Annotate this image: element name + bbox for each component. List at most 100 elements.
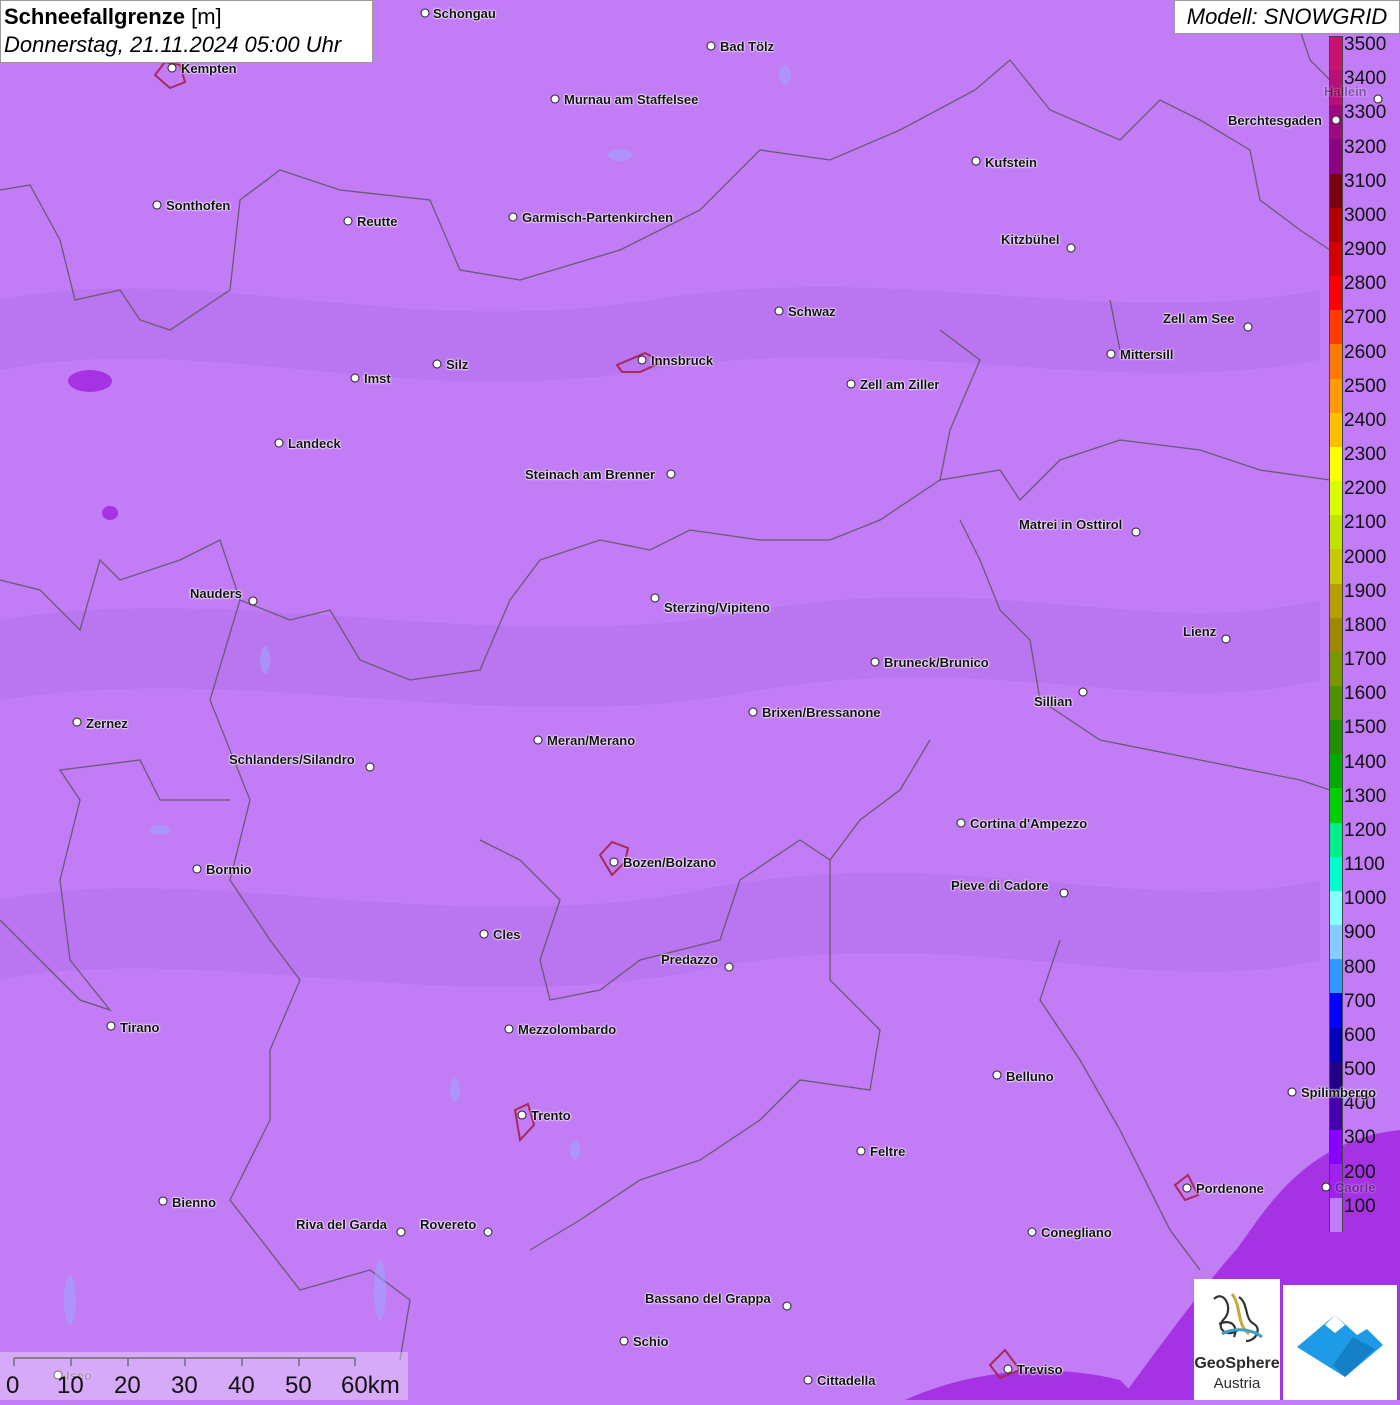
city-marker[interactable] bbox=[748, 707, 758, 717]
city-marker[interactable] bbox=[846, 379, 856, 389]
city-marker[interactable] bbox=[724, 962, 734, 972]
city-label[interactable]: Pieve di Cadore bbox=[951, 879, 1049, 893]
city-label[interactable]: Kitzbühel bbox=[1001, 233, 1060, 247]
city-marker[interactable] bbox=[533, 735, 543, 745]
city-marker[interactable] bbox=[856, 1146, 866, 1156]
city-marker[interactable] bbox=[1321, 1182, 1331, 1192]
city-label[interactable]: Cittadella bbox=[817, 1374, 876, 1388]
city-marker[interactable] bbox=[350, 373, 360, 383]
city-label[interactable]: Pordenone bbox=[1196, 1182, 1264, 1196]
city-marker[interactable] bbox=[396, 1227, 406, 1237]
city-marker[interactable] bbox=[609, 857, 619, 867]
city-marker[interactable] bbox=[1331, 115, 1341, 125]
city-label[interactable]: Garmisch-Partenkirchen bbox=[522, 211, 673, 225]
city-marker[interactable] bbox=[619, 1336, 629, 1346]
city-label[interactable]: Schongau bbox=[433, 7, 496, 21]
city-label[interactable]: Kempten bbox=[181, 62, 237, 76]
city-label[interactable]: Sonthofen bbox=[166, 199, 230, 213]
city-label[interactable]: Kufstein bbox=[985, 156, 1037, 170]
city-label[interactable]: Rovereto bbox=[420, 1218, 476, 1232]
city-label[interactable]: Lienz bbox=[1183, 625, 1216, 639]
city-label[interactable]: Tirano bbox=[120, 1021, 160, 1035]
city-marker[interactable] bbox=[1221, 634, 1231, 644]
city-marker[interactable] bbox=[1373, 94, 1383, 104]
city-label[interactable]: Bassano del Grappa bbox=[645, 1292, 771, 1306]
city-label[interactable]: Schwaz bbox=[788, 305, 836, 319]
city-label[interactable]: Nauders bbox=[190, 587, 242, 601]
city-label[interactable]: Imst bbox=[364, 372, 391, 386]
city-label[interactable]: Caorle bbox=[1335, 1181, 1375, 1195]
city-label[interactable]: Silz bbox=[446, 358, 468, 372]
city-label[interactable]: Innsbruck bbox=[651, 354, 713, 368]
city-marker[interactable] bbox=[72, 717, 82, 727]
city-label[interactable]: Belluno bbox=[1006, 1070, 1054, 1084]
city-label[interactable]: Trento bbox=[531, 1109, 571, 1123]
city-label[interactable]: Feltre bbox=[870, 1145, 905, 1159]
city-label[interactable]: Bozen/Bolzano bbox=[623, 856, 716, 870]
city-label[interactable]: Reutte bbox=[357, 215, 397, 229]
city-marker[interactable] bbox=[274, 438, 284, 448]
city-label[interactable]: Riva del Garda bbox=[296, 1218, 387, 1232]
city-marker[interactable] bbox=[706, 41, 716, 51]
city-label[interactable]: Mittersill bbox=[1120, 348, 1173, 362]
city-label[interactable]: Cortina d'Ampezzo bbox=[970, 817, 1087, 831]
snowgrid-logo[interactable] bbox=[1283, 1285, 1397, 1400]
city-label[interactable]: Hallein bbox=[1324, 85, 1367, 99]
city-marker[interactable] bbox=[106, 1021, 116, 1031]
city-label[interactable]: Schio bbox=[633, 1335, 668, 1349]
city-marker[interactable] bbox=[479, 929, 489, 939]
city-marker[interactable] bbox=[1243, 322, 1253, 332]
city-label[interactable]: Bruneck/Brunico bbox=[884, 656, 989, 670]
city-label[interactable]: Landeck bbox=[288, 437, 341, 451]
city-marker[interactable] bbox=[550, 94, 560, 104]
city-marker[interactable] bbox=[508, 212, 518, 222]
city-label[interactable]: Brixen/Bressanone bbox=[762, 706, 881, 720]
city-marker[interactable] bbox=[420, 8, 430, 18]
city-marker[interactable] bbox=[992, 1070, 1002, 1080]
city-label[interactable]: Meran/Merano bbox=[547, 734, 635, 748]
city-marker[interactable] bbox=[650, 593, 660, 603]
city-marker[interactable] bbox=[517, 1110, 527, 1120]
city-label[interactable]: Spilimbergo bbox=[1301, 1086, 1376, 1100]
city-marker[interactable] bbox=[192, 864, 202, 874]
geosphere-logo[interactable]: GeoSphere Austria bbox=[1194, 1279, 1280, 1400]
city-marker[interactable] bbox=[803, 1375, 813, 1385]
city-marker[interactable] bbox=[782, 1301, 792, 1311]
city-label[interactable]: Zell am See bbox=[1163, 312, 1235, 326]
city-label[interactable]: Steinach am Brenner bbox=[525, 468, 655, 482]
city-label[interactable]: Cles bbox=[493, 928, 520, 942]
city-marker[interactable] bbox=[1066, 243, 1076, 253]
city-marker[interactable] bbox=[971, 156, 981, 166]
city-label[interactable]: Murnau am Staffelsee bbox=[564, 93, 698, 107]
city-marker[interactable] bbox=[1059, 888, 1069, 898]
city-label[interactable]: Matrei in Osttirol bbox=[1019, 518, 1122, 532]
city-marker[interactable] bbox=[343, 216, 353, 226]
city-marker[interactable] bbox=[666, 469, 676, 479]
city-label[interactable]: Predazzo bbox=[661, 953, 718, 967]
city-marker[interactable] bbox=[774, 306, 784, 316]
city-marker[interactable] bbox=[1287, 1087, 1297, 1097]
city-marker[interactable] bbox=[1131, 527, 1141, 537]
city-marker[interactable] bbox=[1106, 349, 1116, 359]
city-label[interactable]: Conegliano bbox=[1041, 1226, 1112, 1240]
city-label[interactable]: Mezzolombardo bbox=[518, 1023, 616, 1037]
city-label[interactable]: Bienno bbox=[172, 1196, 216, 1210]
city-label[interactable]: Sterzing/Vipiteno bbox=[664, 601, 770, 615]
city-marker[interactable] bbox=[483, 1227, 493, 1237]
city-marker[interactable] bbox=[1003, 1364, 1013, 1374]
city-label[interactable]: Zernez bbox=[86, 717, 128, 731]
city-marker[interactable] bbox=[956, 818, 966, 828]
city-label[interactable]: Berchtesgaden bbox=[1228, 114, 1322, 128]
city-marker[interactable] bbox=[152, 200, 162, 210]
city-marker[interactable] bbox=[1027, 1227, 1037, 1237]
city-marker[interactable] bbox=[870, 657, 880, 667]
city-label[interactable]: Bad Tölz bbox=[720, 40, 774, 54]
city-marker[interactable] bbox=[167, 63, 177, 73]
city-label[interactable]: Bormio bbox=[206, 863, 252, 877]
city-label[interactable]: Zell am Ziller bbox=[860, 378, 939, 392]
city-marker[interactable] bbox=[248, 596, 258, 606]
city-marker[interactable] bbox=[432, 359, 442, 369]
city-label[interactable]: Treviso bbox=[1017, 1363, 1063, 1377]
city-label[interactable]: Sillian bbox=[1034, 695, 1072, 709]
city-marker[interactable] bbox=[1182, 1183, 1192, 1193]
